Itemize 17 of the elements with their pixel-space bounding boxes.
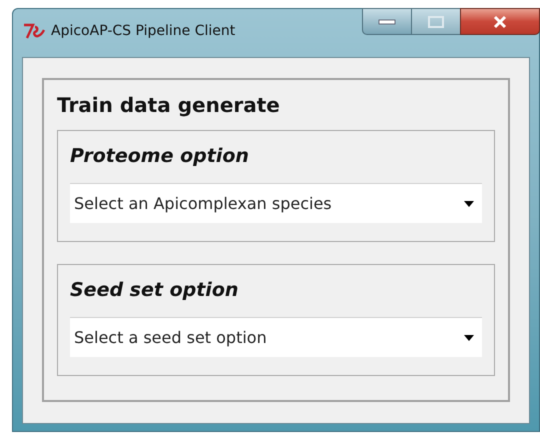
dropdown-value: Select an Apicomplexan species xyxy=(74,192,332,214)
group-title: Proteome option xyxy=(70,144,250,169)
caret-icon xyxy=(464,200,474,206)
dropdown[interactable]: Select a seed set option xyxy=(70,317,482,357)
caret-icon xyxy=(464,334,474,340)
minimize-icon xyxy=(378,18,396,24)
close-button[interactable] xyxy=(460,8,540,35)
panel-title: Train data generate xyxy=(57,92,281,119)
maximize-icon xyxy=(428,16,444,28)
minimize-button[interactable] xyxy=(362,8,412,35)
dropdown[interactable]: Select an Apicomplexan species xyxy=(70,183,482,223)
group-title: Seed set option xyxy=(70,278,240,303)
maximize-button[interactable] xyxy=(412,8,460,35)
app-icon xyxy=(23,23,45,39)
dropdown-value: Select a seed set option xyxy=(74,326,267,348)
close-icon xyxy=(492,14,508,28)
window-title: ApicoAP-CS Pipeline Client xyxy=(51,22,236,41)
